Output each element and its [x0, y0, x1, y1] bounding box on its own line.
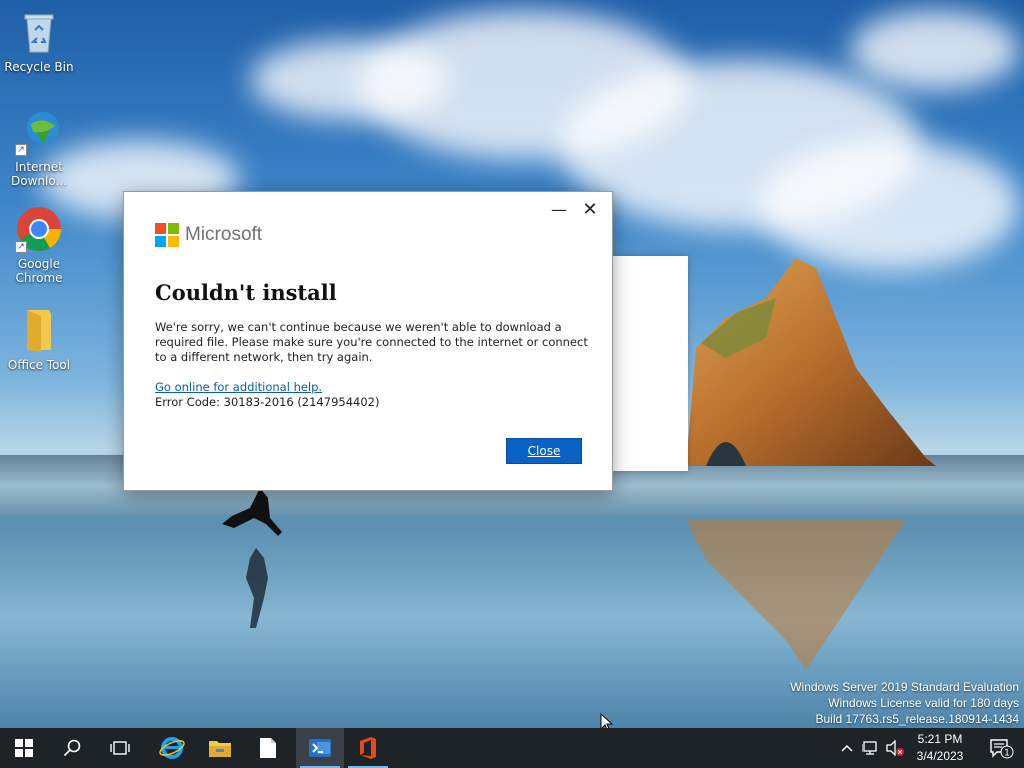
volume-button[interactable] [884, 728, 906, 768]
desktop-icon-label: Internet Downlo... [11, 160, 67, 188]
taskbar: 5:21 PM 3/4/2023 1 [0, 728, 1024, 768]
powershell-icon [309, 739, 331, 757]
close-button[interactable]: Close [506, 438, 582, 464]
shortcut-arrow-icon: ↗ [15, 241, 27, 253]
taskbar-internet-explorer[interactable] [148, 728, 196, 768]
internet-explorer-icon [159, 737, 185, 759]
watermark-build: Build 17763.rs5_release.180914-1434 [815, 712, 1020, 726]
volume-muted-icon [886, 740, 904, 756]
install-error-dialog: — ✕ Microsoft Couldn't install We're sor… [123, 191, 613, 491]
background-window[interactable] [612, 256, 688, 471]
recycle-bin-icon [15, 8, 63, 56]
network-icon [862, 741, 877, 755]
microsoft-wordmark: Microsoft [185, 224, 263, 245]
microsoft-logo-icon [155, 223, 179, 247]
shortcut-arrow-icon: ↗ [15, 144, 27, 156]
dialog-title: Couldn't install [155, 280, 337, 305]
search-button[interactable] [48, 728, 96, 768]
desktop-icon-internet-download-manager[interactable]: ↗ Internet Downlo... [1, 108, 77, 188]
windows-watermark: Windows Server 2019 Standard Evaluation … [790, 679, 1019, 727]
taskbar-file-explorer[interactable] [196, 728, 244, 768]
close-window-button[interactable]: ✕ [577, 200, 603, 220]
error-code: Error Code: 30183-2016 (2147954402) [155, 395, 380, 409]
rock-reflection [686, 520, 906, 670]
minimize-button[interactable]: — [546, 200, 572, 220]
taskbar-notepad[interactable] [244, 728, 292, 768]
microsoft-logo: Microsoft [155, 223, 262, 247]
folder-icon [15, 306, 63, 354]
file-explorer-icon [209, 741, 231, 757]
desktop-icon-recycle-bin[interactable]: Recycle Bin [1, 8, 77, 74]
chevron-up-icon [841, 744, 853, 752]
notification-icon: 1 [990, 739, 1014, 759]
desktop-icon-google-chrome[interactable]: ↗ Google Chrome [1, 205, 77, 285]
search-icon [63, 739, 81, 757]
taskbar-office[interactable] [344, 728, 392, 768]
network-button[interactable] [860, 728, 882, 768]
rock-formation [686, 258, 936, 466]
desktop-icon-label: Google Chrome [15, 257, 63, 285]
watermark-edition: Windows Server 2019 Standard Evaluation [790, 680, 1019, 694]
taskbar-powershell[interactable] [296, 728, 344, 768]
taskbar-clock[interactable]: 5:21 PM 3/4/2023 [905, 731, 975, 765]
document-icon [260, 738, 276, 758]
clock-time: 5:21 PM [917, 732, 963, 746]
notification-count: 1 [1004, 749, 1010, 759]
idm-icon: ↗ [15, 108, 63, 156]
office-icon [360, 737, 376, 759]
help-link[interactable]: Go online for additional help. [155, 380, 322, 394]
clock-date: 3/4/2023 [916, 749, 964, 763]
show-hidden-icons-button[interactable] [836, 728, 858, 768]
desktop-icon-office-tool[interactable]: Office Tool [1, 306, 77, 372]
chrome-icon: ↗ [15, 205, 63, 253]
desktop-icon-label: Office Tool [7, 358, 71, 372]
task-view-icon [110, 741, 130, 755]
watermark-license: Windows License valid for 180 days [828, 696, 1019, 710]
windows-logo-icon [15, 739, 33, 757]
dialog-message: We're sorry, we can't continue because w… [155, 320, 588, 364]
runner-silhouette [222, 488, 282, 628]
start-button[interactable] [0, 728, 48, 768]
action-center-button[interactable]: 1 [978, 728, 1024, 768]
desktop-icon-label: Recycle Bin [4, 60, 74, 74]
task-view-button[interactable] [96, 728, 144, 768]
